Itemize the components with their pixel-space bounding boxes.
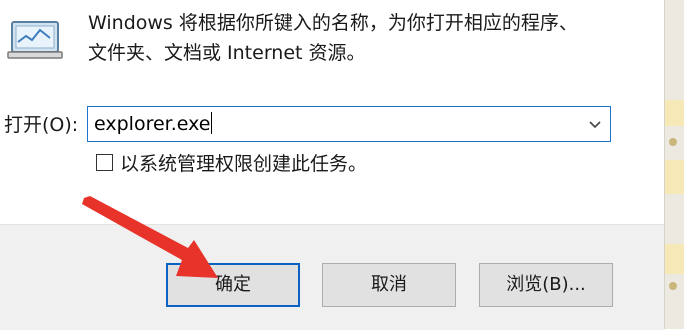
- description-line-2: 文件夹、文档或 Internet 资源。: [88, 42, 366, 64]
- dialog-description: Windows 将根据你所键入的名称，为你打开相应的程序、 文件夹、文档或 In…: [88, 8, 648, 68]
- chevron-down-icon[interactable]: [584, 113, 606, 135]
- background-row-highlight: [665, 160, 684, 194]
- run-dialog: Windows 将根据你所键入的名称，为你打开相应的程序、 文件夹、文档或 In…: [0, 0, 664, 330]
- admin-checkbox-label[interactable]: 以系统管理权限创建此任务。: [120, 152, 367, 176]
- run-program-icon: [7, 21, 63, 59]
- red-arrow-annotation: [82, 196, 218, 278]
- cancel-button[interactable]: 取消: [322, 263, 456, 307]
- open-field-label: 打开(O):: [4, 114, 79, 136]
- open-input-value: explorer.exe: [94, 113, 211, 135]
- background-marker: [669, 138, 677, 146]
- description-line-1: Windows 将根据你所键入的名称，为你打开相应的程序、: [88, 12, 578, 34]
- text-cursor: [211, 112, 213, 134]
- open-input[interactable]: explorer.exe: [94, 111, 574, 137]
- admin-checkbox[interactable]: [96, 154, 113, 171]
- background-row-highlight: [665, 100, 684, 126]
- open-combobox[interactable]: explorer.exe: [87, 106, 611, 142]
- background-marker: [669, 282, 677, 290]
- background-window-edge: [664, 0, 684, 329]
- browse-button[interactable]: 浏览(B)...: [479, 263, 613, 307]
- background-row-highlight: [665, 244, 684, 274]
